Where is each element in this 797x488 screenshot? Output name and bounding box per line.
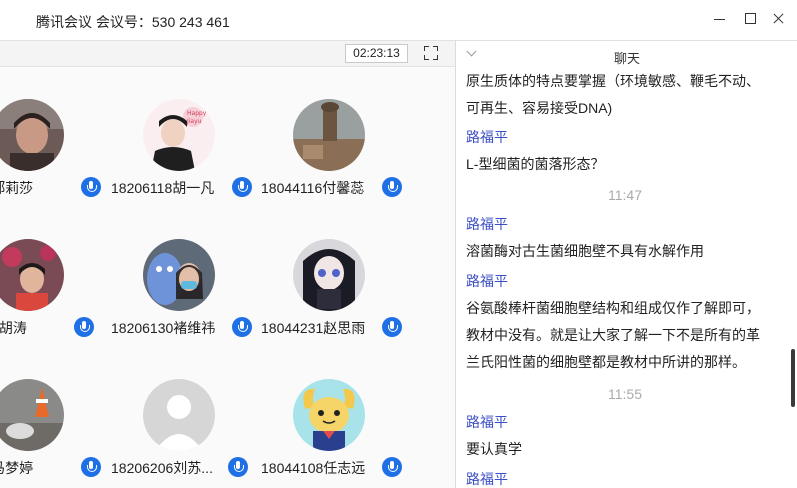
microphone-icon[interactable] <box>81 457 101 477</box>
avatar <box>0 239 64 311</box>
chat-scrollbar[interactable] <box>791 349 795 407</box>
chat-sender-name: 路福平 <box>466 471 508 487</box>
chevron-down-icon[interactable] <box>466 46 477 57</box>
svg-text:Happy: Happy <box>187 110 207 117</box>
participant-tile[interactable]: 18206206刘苏... <box>111 379 261 488</box>
participant-name: 18206130褚维祎 <box>111 320 216 336</box>
minimize-icon[interactable] <box>713 12 727 26</box>
chat-timestamp: 11:47 <box>608 187 642 203</box>
microphone-icon[interactable] <box>228 457 248 477</box>
title-bar: 腾讯会议 会议号：530 243 461 <box>0 0 797 40</box>
avatar <box>293 99 365 171</box>
chat-message-text: 谷氨酸棒杆菌细胞壁结构和组成仅作了解即可， <box>466 300 760 316</box>
participant-name: 44104胡涛 <box>0 320 27 336</box>
chat-message-text: 要认真学 <box>466 441 522 457</box>
window-title: 腾讯会议 会议号：530 243 461 <box>36 14 230 30</box>
avatar <box>143 379 215 451</box>
chat-sender-name: 路福平 <box>466 273 508 289</box>
participant-gallery: 02:23:13 5217郝莉莎 Happy Jiayu <box>0 40 455 488</box>
participant-name: 5217郝莉莎 <box>0 180 34 196</box>
microphone-icon[interactable] <box>81 177 101 197</box>
chat-sender-name: 路福平 <box>466 216 508 232</box>
chat-message-text: 可再生、容易接受DNA) <box>466 100 613 116</box>
participant-tile[interactable]: 18044108任志远 <box>261 379 411 488</box>
fullscreen-icon[interactable] <box>424 46 438 60</box>
avatar <box>293 379 365 451</box>
chat-header: 聊天 <box>456 41 797 71</box>
avatar: Happy Jiayu <box>143 99 215 171</box>
chat-message-text: 原生质体的特点要掌握（环境敏感、鞭毛不动、 <box>466 73 760 89</box>
participant-name: 18206118胡一凡 <box>111 180 215 196</box>
microphone-icon[interactable] <box>382 177 402 197</box>
participant-name: 4219马梦婷 <box>0 460 34 476</box>
chat-message-text: 兰氏阳性菌的细胞壁都是教材中所讲的那样。 <box>466 354 746 370</box>
chat-message-text: 溶菌酶对古生菌细胞壁不具有水解作用 <box>466 243 704 259</box>
avatar <box>293 239 365 311</box>
chat-message-text: L-型细菌的菌落形态？ <box>466 156 605 172</box>
participant-tile[interactable]: 5217郝莉莎 <box>0 99 110 209</box>
participant-tile[interactable]: 44104胡涛 <box>0 239 110 349</box>
participant-name: 18044108任志远 <box>261 460 366 476</box>
avatar <box>0 99 64 171</box>
avatar <box>143 239 215 311</box>
microphone-icon[interactable] <box>382 457 402 477</box>
meeting-timer: 02:23:13 <box>345 44 408 63</box>
participant-tile[interactable]: 18044116付馨蕊 <box>261 99 411 209</box>
participant-tile[interactable]: Happy Jiayu 18206118胡一凡 <box>111 99 261 209</box>
maximize-icon[interactable] <box>744 12 758 26</box>
microphone-icon[interactable] <box>74 317 94 337</box>
participant-tile[interactable]: 18044231赵思雨 <box>261 239 411 349</box>
participant-tile[interactable]: 18206130褚维祎 <box>111 239 261 349</box>
microphone-icon[interactable] <box>232 177 252 197</box>
chat-title: 聊天 <box>614 51 641 66</box>
close-icon[interactable] <box>772 12 786 26</box>
participant-name: 18044116付馨蕊 <box>261 180 365 196</box>
chat-message-text: 教材中没有。就是让大家了解一下不是所有的革 <box>466 327 760 343</box>
chat-timestamp: 11:55 <box>608 386 642 402</box>
chat-panel: 聊天 原生质体的特点要掌握（环境敏感、鞭毛不动、 可再生、容易接受DNA) 路福… <box>456 40 797 488</box>
microphone-icon[interactable] <box>232 317 252 337</box>
chat-sender-name: 路福平 <box>466 414 508 430</box>
microphone-icon[interactable] <box>382 317 402 337</box>
participant-name: 18044231赵思雨 <box>261 320 366 336</box>
chat-sender-name: 路福平 <box>466 129 508 145</box>
gallery-toolbar: 02:23:13 <box>0 41 455 67</box>
svg-text:Jiayu: Jiayu <box>186 118 202 125</box>
participant-name: 18206206刘苏... <box>111 460 213 476</box>
avatar <box>0 379 64 451</box>
participant-tile[interactable]: 4219马梦婷 <box>0 379 110 488</box>
